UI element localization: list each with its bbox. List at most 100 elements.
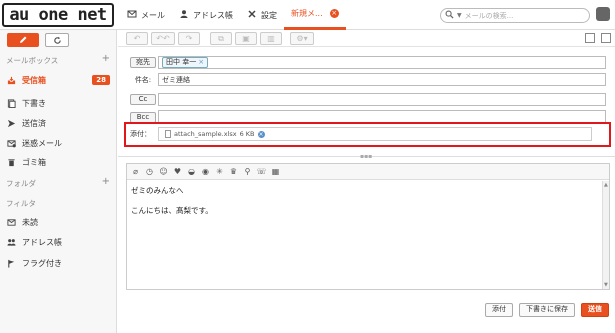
trash-icon (6, 158, 16, 167)
paperclip-icon[interactable]: ⌀ (131, 167, 140, 176)
chevron-down-icon[interactable]: ▼ (457, 12, 462, 19)
attachment-name[interactable]: attach_sample.xlsx (174, 130, 237, 138)
nav-settings-label: 設定 (261, 10, 277, 20)
compose-actions: 添付 下書きに保存 送信 (485, 303, 609, 317)
sidebar-item-label: フラグ付き (22, 258, 62, 268)
move-button[interactable]: ⧉ (210, 32, 232, 45)
nav-mail-label: メール (141, 10, 165, 20)
smiley-icon[interactable]: ☺ (159, 167, 168, 176)
recipient-name: 田中 幸一 (166, 58, 197, 66)
draft-icon (6, 98, 16, 108)
sidebar-item-flagged[interactable]: フラグ付き (6, 255, 110, 271)
editor-scrollbar[interactable]: ▲ ▼ (602, 181, 609, 289)
sidebar-item-unread[interactable]: 未読 (6, 214, 110, 230)
sidebar-item-trash[interactable]: ゴミ箱 (6, 154, 110, 170)
reply-all-icon: ↶↶ (156, 34, 170, 43)
sent-icon (6, 119, 16, 128)
save-draft-button[interactable]: 下書きに保存 (519, 303, 575, 317)
inbox-icon (6, 76, 16, 85)
sidebar-item-label: ゴミ箱 (22, 157, 46, 167)
trash-icon: ▥ (267, 34, 275, 43)
bicycle-icon[interactable]: ⚲ (243, 167, 252, 176)
to-button[interactable]: 宛先 (130, 57, 156, 68)
attachment-size: 6 KB (239, 130, 255, 138)
send-button[interactable]: 送信 (581, 303, 609, 317)
sidebar-item-sent[interactable]: 送信済 (6, 115, 110, 131)
sidebar-item-drafts[interactable]: 下書き (6, 95, 110, 111)
filter-header: フィルタ (6, 198, 110, 209)
scroll-down-icon[interactable]: ▼ (604, 282, 608, 288)
to-row: 宛先 (130, 57, 156, 68)
move-icon: ⧉ (218, 33, 224, 43)
compose-row (7, 33, 69, 47)
gear-icon: ⚙▾ (296, 34, 308, 43)
close-icon[interactable]: × (329, 9, 339, 18)
sidebar-item-label: 送信済 (22, 118, 46, 128)
animal-icon[interactable]: ◉ (201, 167, 210, 176)
logo[interactable]: au one net (2, 3, 114, 27)
add-folder-icon[interactable]: + (102, 177, 110, 189)
delete-button[interactable]: ▥ (260, 32, 282, 45)
subject-label: 件名: (134, 76, 152, 84)
sidebar-item-spam[interactable]: 迷惑メール (6, 135, 110, 151)
recipient-chip[interactable]: 田中 幸一 × (162, 57, 209, 68)
reply-all-button[interactable]: ↶↶ (151, 32, 175, 45)
flag-icon (6, 259, 16, 268)
sidebar-item-address-book[interactable]: アドレス帳 (6, 234, 110, 250)
search-icon[interactable] (445, 10, 454, 21)
file-icon (165, 130, 171, 138)
print-icon: ▣ (242, 34, 250, 43)
clock-icon[interactable]: ◷ (145, 167, 154, 176)
add-mailbox-icon[interactable]: + (102, 54, 110, 66)
nav-address-book[interactable]: アドレス帳 (172, 0, 240, 30)
mail-icon (127, 9, 137, 21)
phone-icon[interactable]: ☏ (257, 167, 267, 176)
print-button[interactable]: ▣ (235, 32, 257, 45)
attach-button[interactable]: 添付 (485, 303, 513, 317)
heart-icon[interactable]: ♥ (173, 167, 182, 176)
subject-field[interactable]: ゼミ連絡 (158, 73, 606, 86)
attachment-list: attach_sample.xlsx 6 KB × (158, 127, 592, 141)
reply-button[interactable]: ↶ (126, 32, 148, 45)
layout-split-icon[interactable] (585, 33, 595, 43)
nav-address-book-label: アドレス帳 (193, 10, 233, 20)
mailbox-header: メールボックス + (6, 54, 110, 66)
filter-header-label: フィルタ (6, 199, 36, 208)
unread-count-badge: 28 (92, 75, 110, 85)
layout-switcher (585, 33, 611, 43)
pencil-icon (20, 36, 27, 43)
main-nav: メール アドレス帳 設定 新規メ... × (120, 0, 346, 30)
cc-field[interactable] (158, 93, 606, 106)
sidebar-item-label: 未読 (22, 217, 38, 227)
refresh-button[interactable] (45, 33, 69, 47)
nav-mail[interactable]: メール (120, 0, 172, 30)
account-icon[interactable] (596, 7, 610, 21)
remove-attachment-icon[interactable]: × (257, 130, 265, 138)
editor-toolbar: ⌀ ◷ ☺ ♥ ◒ ◉ ✳ ♛ ⚲ ☏ ▦ (127, 164, 609, 180)
compose-button[interactable] (7, 33, 39, 47)
message-body[interactable]: ゼミのみんなへ こんにちは、髙梨です。 (127, 180, 609, 222)
sparkle-icon[interactable]: ✳ (215, 167, 224, 176)
nav-settings[interactable]: 設定 (240, 0, 284, 30)
folder-header: フォルダ + (6, 177, 110, 189)
body-line: こんにちは、髙梨です。 (131, 206, 213, 215)
food-icon[interactable]: ◒ (187, 167, 196, 176)
search-input[interactable] (464, 11, 575, 20)
remove-recipient-icon[interactable]: × (198, 58, 204, 67)
forward-button[interactable]: ↷ (178, 32, 200, 45)
more-button[interactable]: ⚙▾ (290, 32, 314, 45)
layout-full-icon[interactable] (601, 33, 611, 43)
reply-icon: ↶ (133, 34, 141, 43)
symbols-icon[interactable]: ▦ (271, 167, 280, 176)
attachment-label: 添付： (130, 130, 151, 138)
unread-icon (6, 218, 16, 227)
scroll-up-icon[interactable]: ▲ (604, 182, 608, 188)
tab-new-mail-label: 新規メ... (291, 9, 323, 18)
trophy-icon[interactable]: ♛ (229, 167, 238, 176)
sidebar-item-inbox[interactable]: 受信箱 28 (6, 72, 110, 88)
sidebar-item-label: 迷惑メール (22, 138, 62, 148)
cc-button[interactable]: Cc (130, 94, 156, 105)
tab-new-mail[interactable]: 新規メ... × (284, 0, 346, 30)
resize-grip-icon[interactable]: ▪▪▪ (360, 153, 372, 160)
to-field[interactable]: 田中 幸一 × (158, 56, 606, 69)
